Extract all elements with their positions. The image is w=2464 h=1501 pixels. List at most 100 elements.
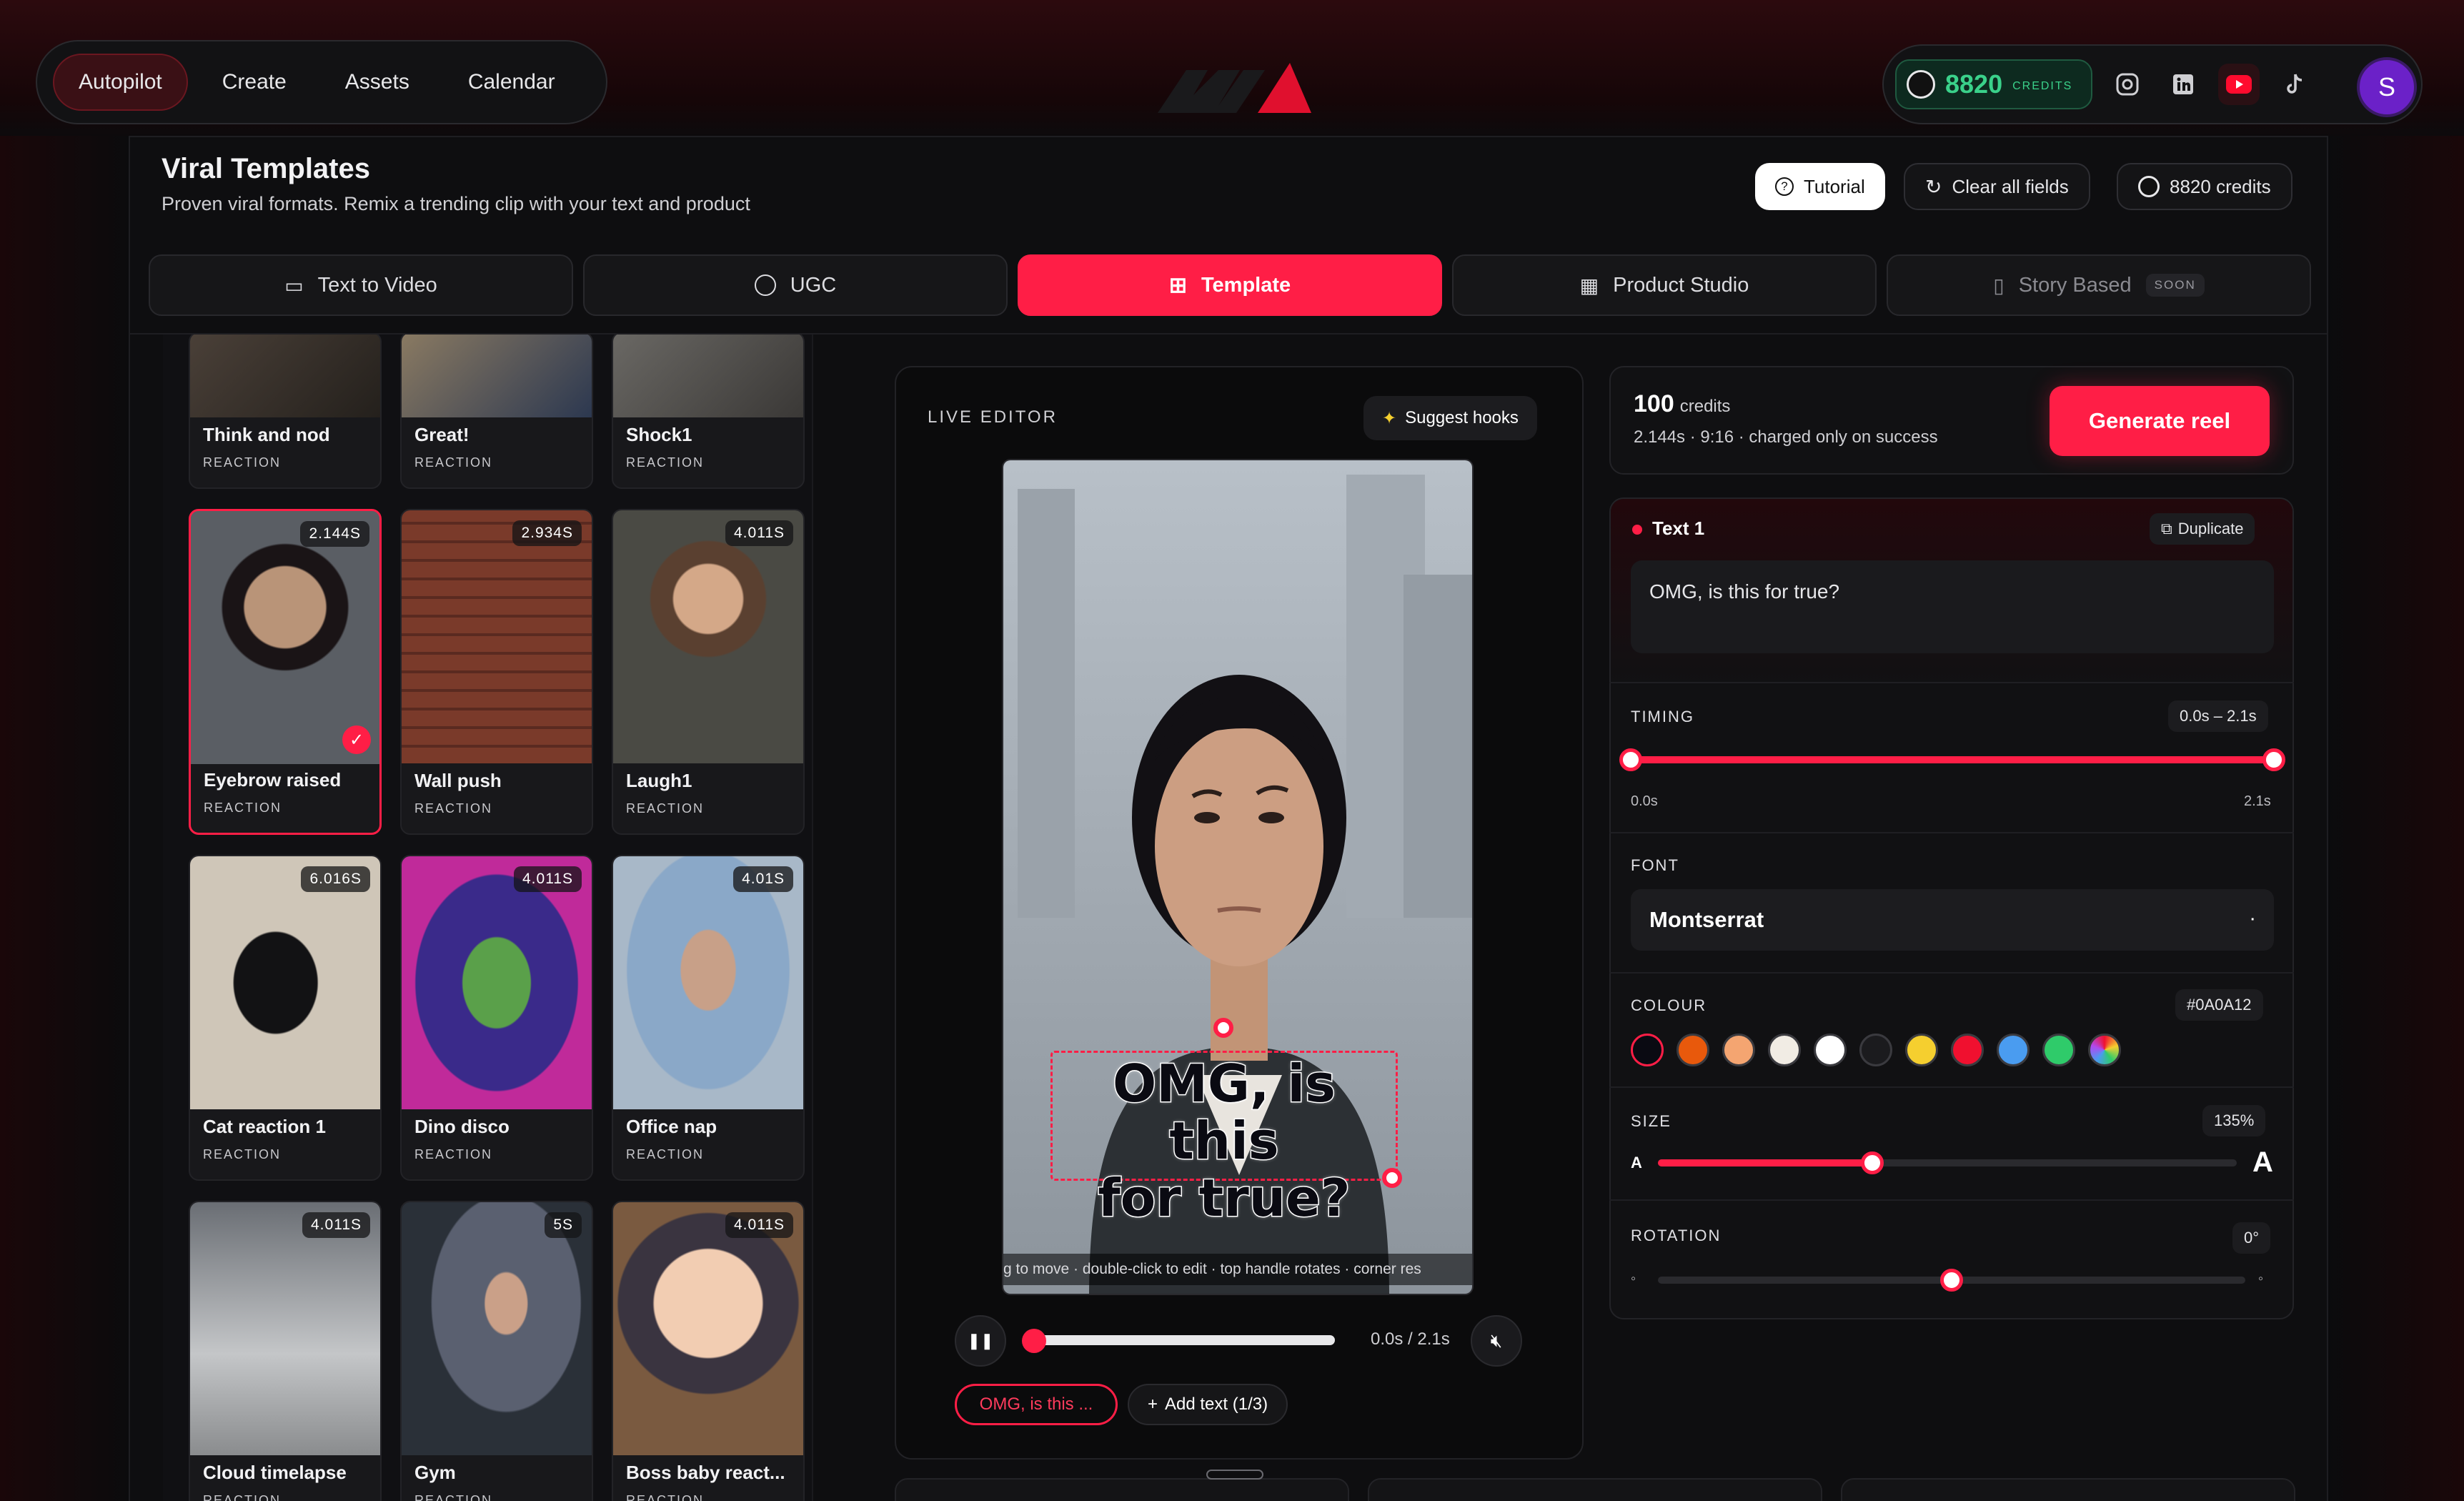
template-card[interactable]: 2.934S Wall push REACTION <box>400 509 593 835</box>
swatch-black[interactable] <box>1859 1034 1892 1066</box>
tab-text-to-video[interactable]: ▭ Text to Video <box>149 254 573 316</box>
timing-start: 0.0s <box>1631 793 1658 809</box>
rotation-label: ROTATION <box>1631 1227 1722 1244</box>
thumbnail <box>190 856 380 1109</box>
template-card[interactable]: 4.011S Boss baby react... REACTION <box>612 1201 805 1501</box>
timing-range: 0.0s – 2.1s <box>2168 700 2268 732</box>
template-name: Gym <box>414 1462 456 1483</box>
duration-badge: 4.01S <box>733 866 793 892</box>
template-name: Shock1 <box>626 424 692 445</box>
bottom-card <box>895 1478 1349 1501</box>
font-label: FONT <box>1631 856 1679 874</box>
linkedin-icon[interactable] <box>2162 64 2204 105</box>
rotate-left-icon: ◦ <box>1631 1271 1636 1287</box>
text-overlay[interactable]: OMG, is this for true? <box>1050 1054 1398 1228</box>
nav-autopilot[interactable]: Autopilot <box>53 54 188 111</box>
playback-knob[interactable] <box>1022 1329 1046 1353</box>
template-name: Laugh1 <box>626 770 692 791</box>
template-card[interactable]: 4.011S Laugh1 REACTION <box>612 509 805 835</box>
template-card[interactable]: Great! REACTION <box>400 335 593 489</box>
playback-track[interactable] <box>1033 1335 1335 1345</box>
timing-end: 2.1s <box>2244 793 2271 809</box>
tab-template[interactable]: ⊞ Template <box>1018 254 1442 316</box>
tab-story-based: ▯ Story Based SOON <box>1887 254 2311 316</box>
user-avatar[interactable]: S <box>2357 57 2417 117</box>
layer-title: Text 1 <box>1652 517 1705 539</box>
clear-all-button[interactable]: ↻ Clear all fields <box>1904 163 2090 210</box>
swatch-orange[interactable] <box>1676 1034 1709 1066</box>
tutorial-button[interactable]: ? Tutorial <box>1755 163 1885 210</box>
editor-hint: g to move · double-click to edit · top h… <box>1003 1254 1472 1285</box>
template-card[interactable]: 4.011S Dino disco REACTION <box>400 855 593 1181</box>
thumbnail <box>402 510 592 763</box>
duration-badge: 4.011S <box>514 866 582 892</box>
template-card[interactable]: 4.01S Office nap REACTION <box>612 855 805 1181</box>
swatch-red[interactable] <box>1951 1034 1984 1066</box>
nav-assets[interactable]: Assets <box>321 54 434 111</box>
mute-button[interactable]: 🔇︎ <box>1471 1315 1522 1367</box>
layer-text-input[interactable]: OMG, is this for true? <box>1631 560 2274 653</box>
swatch-cream[interactable] <box>1768 1034 1801 1066</box>
youtube-icon[interactable] <box>2218 64 2260 105</box>
credits-label: CREDITS <box>2012 80 2073 92</box>
duplicate-button[interactable]: ⧉ Duplicate <box>2150 513 2255 545</box>
template-name: Wall push <box>414 770 502 791</box>
duration-badge: 5S <box>545 1212 582 1238</box>
size-label: SIZE <box>1631 1112 1671 1130</box>
template-card[interactable]: 6.016S Cat reaction 1 REACTION <box>189 855 382 1181</box>
brand-logo[interactable] <box>1151 56 1315 120</box>
timing-track[interactable] <box>1631 756 2274 763</box>
template-category: REACTION <box>626 1493 705 1501</box>
template-category: REACTION <box>626 801 705 816</box>
tiktok-icon[interactable] <box>2274 64 2315 105</box>
tab-label: UGC <box>790 273 837 297</box>
template-category: REACTION <box>203 1493 282 1501</box>
swatch-custom[interactable] <box>2088 1034 2121 1066</box>
rotate-handle[interactable] <box>1213 1018 1233 1038</box>
cost-credits: 100 credits <box>1634 390 1730 418</box>
template-card-selected[interactable]: 2.144S ✓ Eyebrow raised REACTION <box>189 509 382 835</box>
size-knob[interactable] <box>1861 1151 1884 1174</box>
template-card[interactable]: Think and nod REACTION <box>189 335 382 489</box>
timing-label: TIMING <box>1631 708 1694 725</box>
swatch-white[interactable] <box>1814 1034 1847 1066</box>
credits-button[interactable]: 8820 credits <box>2117 163 2292 210</box>
generate-reel-button[interactable]: Generate reel <box>2050 386 2270 456</box>
add-text-button[interactable]: + Add text (1/3) <box>1128 1384 1288 1425</box>
duration-badge: 2.934S <box>512 520 582 546</box>
credits-chip[interactable]: 8820 CREDITS <box>1895 59 2093 109</box>
nav-create[interactable]: Create <box>198 54 311 111</box>
swatch-green[interactable] <box>2042 1034 2075 1066</box>
bottom-card <box>1841 1478 2295 1501</box>
template-card[interactable]: Shock1 REACTION <box>612 335 805 489</box>
thumbnail <box>613 335 803 417</box>
tab-ugc[interactable]: UGC <box>583 254 1008 316</box>
timing-end-knob[interactable] <box>2262 748 2285 771</box>
instagram-icon[interactable] <box>2107 64 2148 105</box>
swatch-navy[interactable] <box>1631 1034 1664 1066</box>
thumbnail <box>402 335 592 417</box>
swatch-yellow[interactable] <box>1905 1034 1938 1066</box>
swatch-blue[interactable] <box>1997 1034 2030 1066</box>
template-gallery[interactable]: Think and nod REACTION Great! REACTION S… <box>163 335 813 1501</box>
font-select[interactable]: Montserrat · <box>1631 889 2274 951</box>
template-card[interactable]: 5S Gym REACTION <box>400 1201 593 1501</box>
rotation-knob[interactable] <box>1940 1269 1963 1292</box>
pause-button[interactable]: ❚❚ <box>955 1315 1006 1367</box>
resize-handle[interactable] <box>1382 1168 1402 1188</box>
colour-hex: #0A0A12 <box>2175 989 2263 1021</box>
template-card[interactable]: 4.011S Cloud timelapse REACTION <box>189 1201 382 1501</box>
colour-label: COLOUR <box>1631 996 1707 1014</box>
timing-start-knob[interactable] <box>1619 748 1642 771</box>
duplicate-label: Duplicate <box>2177 520 2244 538</box>
plus-icon: + <box>1148 1395 1158 1414</box>
suggest-hooks-button[interactable]: ✦ Suggest hooks <box>1363 396 1537 440</box>
credits-icon <box>2138 176 2160 197</box>
template-name: Think and nod <box>203 424 330 445</box>
text-layer-chip[interactable]: OMG, is this ... <box>955 1384 1118 1425</box>
video-camera-icon: ▭ <box>284 274 304 297</box>
swatch-peach[interactable] <box>1722 1034 1755 1066</box>
drag-handle[interactable] <box>1206 1470 1263 1480</box>
nav-calendar[interactable]: Calendar <box>444 54 580 111</box>
tab-product-studio[interactable]: ▦ Product Studio <box>1452 254 1877 316</box>
